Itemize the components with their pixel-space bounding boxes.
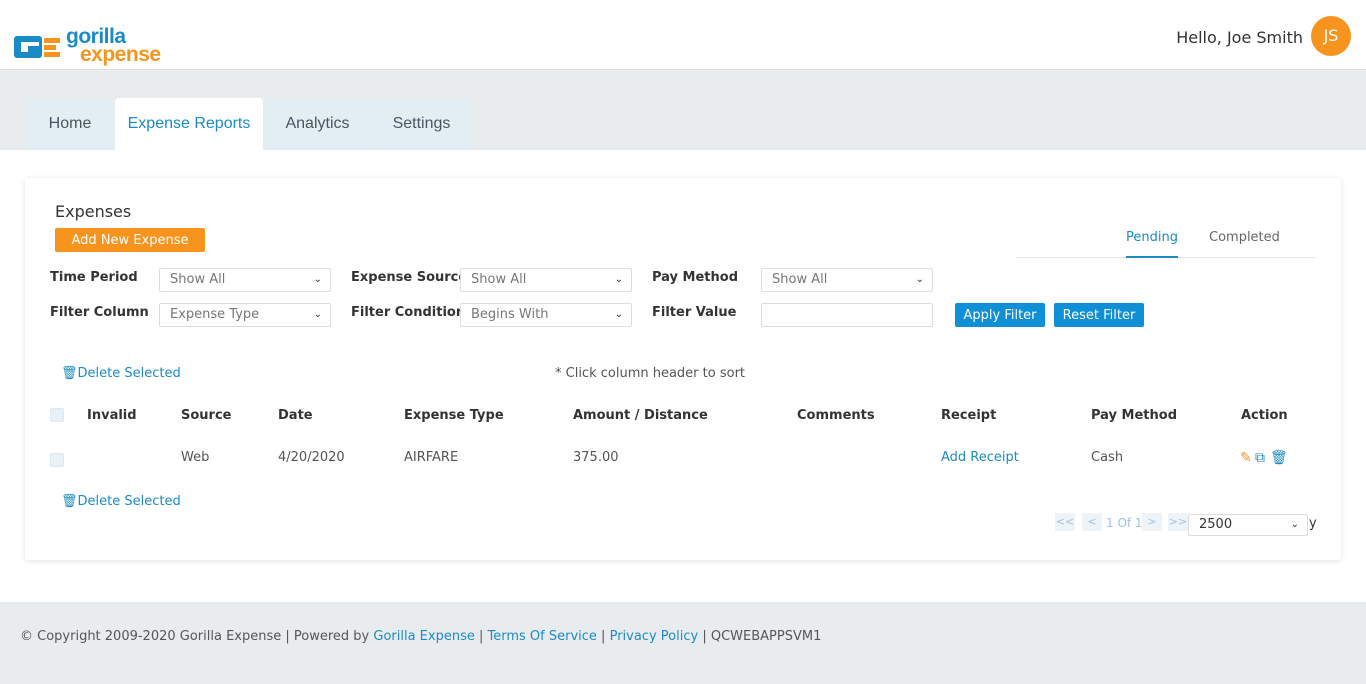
time-period-label: Time Period — [50, 270, 138, 285]
tab-pending[interactable]: Pending — [1126, 230, 1178, 258]
tab-home[interactable]: Home — [27, 98, 113, 150]
chevron-down-icon: ⌄ — [614, 274, 623, 285]
filter-condition-select[interactable]: Begins With ⌄ — [460, 303, 632, 327]
app-footer: © Copyright 2009-2020 Gorilla Expense | … — [0, 602, 1366, 684]
tab-analytics[interactable]: Analytics — [265, 98, 370, 150]
row-actions: ✎ ⧉ 🗑 — [1240, 450, 1288, 466]
filter-value-label: Filter Value — [652, 305, 737, 320]
terms-link[interactable]: Terms Of Service — [488, 629, 597, 644]
trash-icon[interactable]: 🗑 — [1270, 450, 1288, 466]
col-amount-distance[interactable]: Amount / Distance — [573, 408, 708, 423]
tab-completed[interactable]: Completed — [1209, 230, 1280, 258]
user-greeting: Hello, Joe Smith — [1176, 28, 1303, 47]
logo-word-expense: expense — [80, 43, 161, 66]
reset-filter-button[interactable]: Reset Filter — [1054, 303, 1144, 327]
tab-expense-reports[interactable]: Expense Reports — [115, 98, 263, 150]
cell-source: Web — [181, 450, 210, 465]
filter-condition-value: Begins With — [471, 307, 549, 322]
col-date[interactable]: Date — [278, 408, 313, 423]
col-expense-type[interactable]: Expense Type — [404, 408, 504, 423]
status-tabs: Pending Completed — [1016, 230, 1316, 258]
edit-icon[interactable]: ✎ — [1240, 450, 1255, 466]
footer-separator: | — [596, 629, 610, 644]
footer-separator: | — [698, 629, 711, 644]
trash-icon: 🗑 — [61, 494, 78, 509]
filter-column-label: Filter Column — [50, 305, 149, 320]
add-new-expense-button[interactable]: Add New Expense — [55, 228, 205, 252]
time-period-select[interactable]: Show All ⌄ — [159, 268, 331, 292]
pager-trailing-text: y — [1309, 516, 1317, 531]
col-invalid[interactable]: Invalid — [87, 408, 137, 423]
logo-mark-icon — [14, 36, 60, 58]
chevron-down-icon: ⌄ — [313, 309, 322, 320]
first-page-button[interactable]: << — [1055, 513, 1075, 531]
time-period-value: Show All — [170, 272, 226, 287]
expense-source-value: Show All — [471, 272, 527, 287]
user-avatar[interactable]: JS — [1311, 16, 1351, 56]
tab-settings[interactable]: Settings — [372, 98, 471, 150]
app-header: gorilla expense Hello, Joe Smith JS — [0, 0, 1366, 70]
server-name: QCWEBAPPSVM1 — [710, 629, 822, 644]
chevron-down-icon: ⌄ — [313, 274, 322, 285]
cell-pay-method: Cash — [1091, 450, 1124, 465]
filter-value-input[interactable] — [761, 303, 933, 327]
pay-method-label: Pay Method — [652, 270, 739, 285]
pay-method-select[interactable]: Show All ⌄ — [761, 268, 933, 292]
col-pay-method[interactable]: Pay Method — [1091, 408, 1177, 423]
chevron-down-icon: ⌄ — [614, 309, 623, 320]
filter-column-select[interactable]: Expense Type ⌄ — [159, 303, 331, 327]
page-size-value: 2500 — [1199, 517, 1233, 532]
filter-column-value: Expense Type — [170, 307, 260, 322]
col-comments[interactable]: Comments — [797, 408, 875, 423]
pay-method-value: Show All — [772, 272, 828, 287]
select-all-checkbox[interactable] — [50, 408, 64, 422]
powered-by-link[interactable]: Gorilla Expense — [373, 629, 474, 644]
delete-selected-label: Delete Selected — [77, 366, 181, 381]
delete-selected-bottom[interactable]: 🗑Delete Selected — [61, 494, 181, 509]
page-indicator: 1 Of 1 — [1106, 516, 1143, 530]
add-receipt-link[interactable]: Add Receipt — [941, 450, 1019, 465]
apply-filter-button[interactable]: Apply Filter — [955, 303, 1045, 327]
expenses-card: Expenses Add New Expense Pending Complet… — [25, 178, 1341, 560]
col-source[interactable]: Source — [181, 408, 231, 423]
copyright-text: © Copyright 2009-2020 Gorilla Expense | … — [20, 629, 374, 644]
expense-source-label: Expense Source — [351, 270, 468, 285]
col-receipt[interactable]: Receipt — [941, 408, 996, 423]
row-checkbox[interactable] — [50, 453, 64, 467]
prev-page-button[interactable]: < — [1082, 513, 1102, 531]
chevron-down-icon: ⌄ — [1290, 519, 1299, 530]
page-title: Expenses — [55, 202, 132, 221]
copy-icon[interactable]: ⧉ — [1255, 450, 1270, 466]
main-nav-tabs: Home Expense Reports Analytics Settings — [0, 70, 1366, 150]
delete-selected-top[interactable]: 🗑Delete Selected — [61, 366, 181, 381]
next-page-button[interactable]: > — [1142, 513, 1162, 531]
footer-separator: | — [474, 629, 488, 644]
cell-expense-type: AIRFARE — [404, 450, 459, 465]
gorilla-expense-logo[interactable]: gorilla expense — [14, 26, 164, 68]
cell-amount: 375.00 — [573, 450, 619, 465]
footer-text: © Copyright 2009-2020 Gorilla Expense | … — [20, 629, 821, 644]
expense-source-select[interactable]: Show All ⌄ — [460, 268, 632, 292]
cell-date: 4/20/2020 — [278, 450, 345, 465]
trash-icon: 🗑 — [61, 366, 78, 381]
privacy-link[interactable]: Privacy Policy — [610, 629, 699, 644]
filter-condition-label: Filter Condition — [351, 305, 466, 320]
main-content: Expenses Add New Expense Pending Complet… — [0, 150, 1366, 602]
page-size-select[interactable]: 2500 ⌄ — [1188, 514, 1308, 536]
sort-hint: * Click column header to sort — [555, 366, 746, 381]
delete-selected-label: Delete Selected — [77, 494, 181, 509]
col-action: Action — [1241, 408, 1288, 423]
chevron-down-icon: ⌄ — [915, 274, 924, 285]
last-page-button[interactable]: >> — [1168, 513, 1188, 531]
